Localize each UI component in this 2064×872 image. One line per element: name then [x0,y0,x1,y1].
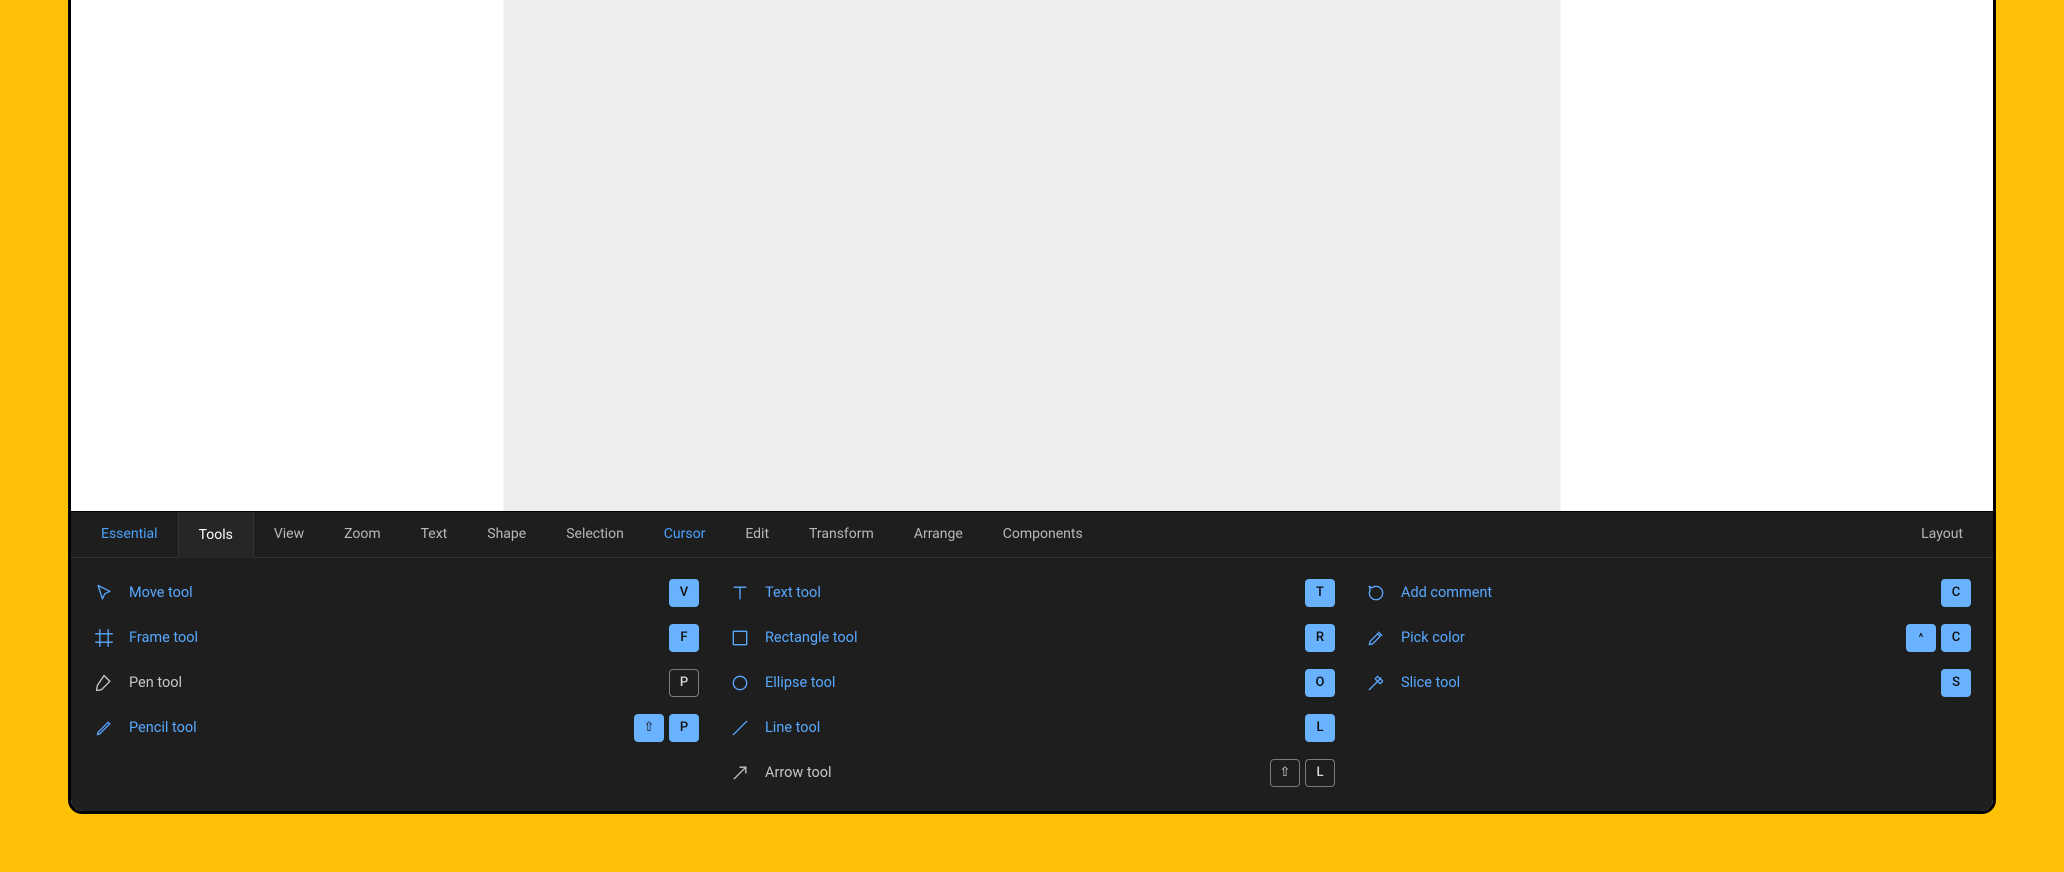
key: P [669,669,699,697]
shortcut-keys: L [1305,714,1335,742]
tool-label: Move tool [129,584,655,601]
tool-move[interactable]: Move tool V [93,570,699,615]
tab-tools[interactable]: Tools [178,512,254,558]
tool-add-comment[interactable]: Add comment C [1365,570,1971,615]
tool-label: Rectangle tool [765,629,1291,646]
slice-icon [1365,672,1387,694]
tool-label: Text tool [765,584,1291,601]
tab-transform[interactable]: Transform [789,512,894,557]
key: L [1305,759,1335,787]
tool-pencil[interactable]: Pencil tool ⇧ P [93,705,699,750]
key: O [1305,669,1335,697]
key: F [669,624,699,652]
panel-tabs: Essential Tools View Zoom Text Shape Sel… [71,512,1993,558]
tool-label: Frame tool [129,629,655,646]
key: T [1305,579,1335,607]
key-shift: ⇧ [634,714,664,742]
tool-rectangle[interactable]: Rectangle tool R [729,615,1335,660]
key: P [669,714,699,742]
tool-column: Add comment C Pick color ^ C [1365,570,1971,795]
pencil-icon [93,717,115,739]
canvas-area[interactable] [71,0,1993,511]
key-ctrl: ^ [1906,624,1936,652]
tab-components[interactable]: Components [983,512,1103,557]
text-icon [729,582,751,604]
tab-essential[interactable]: Essential [81,512,178,557]
tool-label: Line tool [765,719,1291,736]
shortcut-keys: ⇧ P [634,714,699,742]
key: L [1305,714,1335,742]
key: V [669,579,699,607]
eyedropper-icon [1365,627,1387,649]
ellipse-icon [729,672,751,694]
tool-grid: Move tool V Frame tool F [71,558,1993,811]
shortcut-keys: S [1941,669,1971,697]
tool-text[interactable]: Text tool T [729,570,1335,615]
tab-view[interactable]: View [254,512,324,557]
key: C [1941,579,1971,607]
rectangle-icon [729,627,751,649]
tab-cursor[interactable]: Cursor [644,512,726,557]
shortcut-keys: T [1305,579,1335,607]
shortcut-keys: O [1305,669,1335,697]
tool-line[interactable]: Line tool L [729,705,1335,750]
tool-column: Move tool V Frame tool F [93,570,699,795]
cursor-icon [93,582,115,604]
shortcut-keys: C [1941,579,1971,607]
tool-frame[interactable]: Frame tool F [93,615,699,660]
line-icon [729,717,751,739]
shortcut-keys: ^ C [1906,624,1971,652]
tab-zoom[interactable]: Zoom [324,512,401,557]
tool-label: Arrow tool [765,764,1256,781]
comment-icon [1365,582,1387,604]
shortcut-keys: V [669,579,699,607]
shortcuts-panel: Essential Tools View Zoom Text Shape Sel… [71,511,1993,811]
tool-label: Slice tool [1401,674,1927,691]
key: S [1941,669,1971,697]
tab-selection[interactable]: Selection [546,512,644,557]
artboard[interactable] [503,0,1560,511]
key: R [1305,624,1335,652]
key: C [1941,624,1971,652]
tool-column: Text tool T Rectangle tool R [729,570,1335,795]
shortcut-keys: P [669,669,699,697]
tool-label: Pen tool [129,674,655,691]
tool-label: Ellipse tool [765,674,1291,691]
tool-arrow[interactable]: Arrow tool ⇧ L [729,750,1335,795]
shortcut-keys: ⇧ L [1270,759,1335,787]
tool-pen[interactable]: Pen tool P [93,660,699,705]
tab-text[interactable]: Text [401,512,468,557]
tool-slice[interactable]: Slice tool S [1365,660,1971,705]
key-shift: ⇧ [1270,759,1300,787]
tool-ellipse[interactable]: Ellipse tool O [729,660,1335,705]
app-window: Essential Tools View Zoom Text Shape Sel… [68,0,1996,814]
tool-label: Pick color [1401,629,1892,646]
shortcut-keys: R [1305,624,1335,652]
pen-icon [93,672,115,694]
frame-icon [93,627,115,649]
tab-edit[interactable]: Edit [725,512,789,557]
arrow-icon [729,762,751,784]
tab-shape[interactable]: Shape [467,512,546,557]
tool-label: Add comment [1401,584,1927,601]
tab-layout[interactable]: Layout [1901,512,1983,557]
tool-pick-color[interactable]: Pick color ^ C [1365,615,1971,660]
shortcut-keys: F [669,624,699,652]
tab-arrange[interactable]: Arrange [894,512,983,557]
tool-label: Pencil tool [129,719,620,736]
